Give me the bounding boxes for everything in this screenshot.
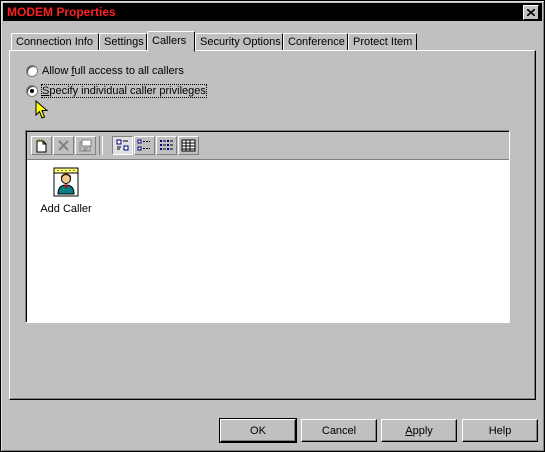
tab-protect-item[interactable]: Protect Item <box>348 33 417 50</box>
large-icons-view-button[interactable] <box>112 136 133 155</box>
caller-list-frame: Add Caller <box>25 130 510 323</box>
add-caller-label: Add Caller <box>40 203 92 215</box>
tab-connection-info[interactable]: Connection Info <box>11 33 99 50</box>
add-caller-icon <box>53 167 79 197</box>
radio-label-allow-full-access: Allow full access to all callers <box>42 65 184 77</box>
delete-icon <box>58 140 69 151</box>
tab-security-options[interactable]: Security Options <box>195 33 283 50</box>
delete-button[interactable] <box>53 136 74 155</box>
list-item-add-caller[interactable]: Add Caller <box>39 166 93 215</box>
tab-strip: Connection Info Settings Callers Securit… <box>9 31 539 52</box>
details-view-icon <box>181 139 196 152</box>
help-button[interactable]: Help <box>462 419 538 442</box>
list-view-button[interactable] <box>156 136 177 155</box>
ok-button[interactable]: OK <box>219 418 297 443</box>
caller-list[interactable]: Add Caller <box>27 160 509 322</box>
tab-callers[interactable]: Callers <box>147 31 195 52</box>
cancel-button[interactable]: Cancel <box>301 419 377 442</box>
details-view-button[interactable] <box>178 136 199 155</box>
new-caller-button[interactable] <box>31 136 52 155</box>
new-caller-icon <box>35 138 47 153</box>
large-icons-view-icon <box>116 139 129 151</box>
radio-allow-full-access[interactable]: Allow full access to all callers <box>26 63 184 79</box>
properties-icon <box>79 139 92 152</box>
small-icons-view-icon <box>137 139 150 151</box>
close-icon <box>527 9 535 16</box>
window-title: MODEM Properties <box>7 5 116 19</box>
list-view-icon <box>160 140 173 150</box>
properties-button[interactable] <box>75 136 96 155</box>
small-icons-view-button[interactable] <box>134 136 155 155</box>
radio-circle-selected[interactable] <box>26 85 38 97</box>
modem-properties-window: MODEM Properties Connection Info Setting… <box>0 0 545 452</box>
radio-specify-individual[interactable]: Specify individual caller privileges <box>26 83 207 99</box>
tab-conference[interactable]: Conference <box>283 33 348 50</box>
close-button[interactable] <box>523 5 539 20</box>
radio-circle[interactable] <box>26 65 38 77</box>
apply-button[interactable]: Apply <box>381 419 457 442</box>
radio-label-specify-individual: Specify individual caller privileges <box>41 84 207 98</box>
caller-toolbar <box>27 132 509 160</box>
tab-settings[interactable]: Settings <box>99 33 147 50</box>
mouse-pointer-icon <box>35 100 49 119</box>
title-bar[interactable]: MODEM Properties <box>3 3 542 21</box>
